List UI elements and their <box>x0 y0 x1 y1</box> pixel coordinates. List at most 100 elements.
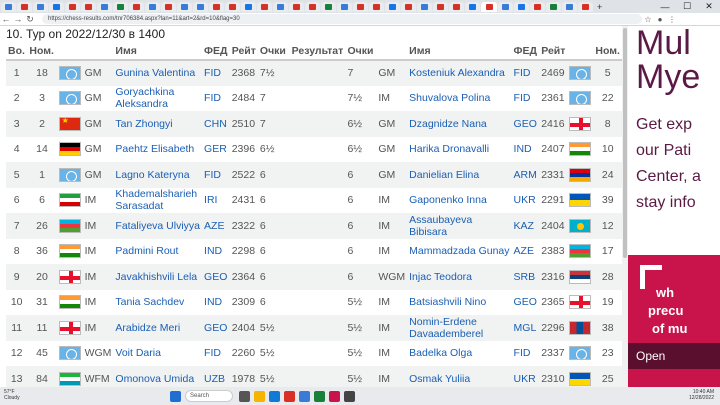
browser-tab[interactable] <box>465 1 480 12</box>
task-view-icon[interactable] <box>239 390 250 402</box>
browser-tab[interactable] <box>449 1 464 12</box>
browser-tab[interactable] <box>209 1 224 12</box>
ad-open-button[interactable]: Open <box>628 343 720 369</box>
white-player-link[interactable]: Fataliyeva Ulviyya <box>113 213 203 239</box>
browser-tab[interactable] <box>385 1 400 12</box>
window-close-button[interactable]: ✕ <box>698 1 720 12</box>
advertisement[interactable]: Mul Mye Get exp our Pati Center, a stay … <box>628 26 720 387</box>
url-field[interactable]: https://chess-results.com/tnr706384.aspx… <box>42 14 642 24</box>
browser-tab[interactable] <box>481 1 497 12</box>
browser-tab[interactable] <box>369 1 384 12</box>
browser-tab[interactable] <box>273 1 288 12</box>
white-fed-link[interactable]: FID <box>202 85 230 111</box>
black-player-link[interactable]: Mammadzada Gunay <box>407 238 512 264</box>
browser-tab[interactable] <box>578 1 593 12</box>
scroll-thumb[interactable] <box>623 28 627 258</box>
browser-tab[interactable] <box>17 1 32 12</box>
profile-icon[interactable]: ● <box>654 15 666 24</box>
browser-tab[interactable] <box>241 1 256 12</box>
browser-tab[interactable] <box>498 1 513 12</box>
white-player-link[interactable]: Goryachkina Aleksandra <box>113 85 203 111</box>
white-fed-link[interactable]: IND <box>202 289 230 315</box>
edge-icon[interactable] <box>269 390 280 402</box>
browser-tab[interactable] <box>337 1 352 12</box>
browser-tab[interactable] <box>417 1 432 12</box>
new-tab-button[interactable]: + <box>597 2 602 12</box>
black-player-link[interactable]: Batsiashvili Nino <box>407 289 512 315</box>
black-fed-link[interactable]: FID <box>511 85 540 111</box>
black-player-link[interactable]: Gaponenko Inna <box>407 187 512 213</box>
app-icon[interactable] <box>329 390 340 402</box>
browser-tab[interactable] <box>514 1 529 12</box>
black-player-link[interactable]: Assaubayeva Bibisara <box>407 213 512 239</box>
white-player-link[interactable]: Paehtz Elisabeth <box>113 136 203 162</box>
white-player-link[interactable]: Lagno Kateryna <box>113 162 203 188</box>
white-fed-link[interactable]: CHN <box>202 111 230 137</box>
browser-tab[interactable] <box>289 1 304 12</box>
white-fed-link[interactable]: FID <box>202 162 230 188</box>
excel-icon[interactable] <box>314 390 325 402</box>
browser-tab[interactable] <box>401 1 416 12</box>
black-player-link[interactable]: Nomin-Erdene Davaademberel <box>407 315 512 341</box>
file-explorer-icon[interactable] <box>254 390 265 402</box>
black-fed-link[interactable]: GEO <box>511 111 540 137</box>
chrome-icon[interactable] <box>284 390 295 402</box>
white-fed-link[interactable]: FID <box>202 60 230 86</box>
browser-tab[interactable] <box>33 1 48 12</box>
white-fed-link[interactable]: AZE <box>202 213 230 239</box>
taskbar-search[interactable]: Search <box>185 390 233 402</box>
black-fed-link[interactable]: UKR <box>511 187 540 213</box>
white-player-link[interactable]: Khademalsharieh Sarasadat <box>113 187 203 213</box>
browser-tab[interactable] <box>257 1 272 12</box>
black-fed-link[interactable]: GEO <box>511 289 540 315</box>
white-player-link[interactable]: Gunina Valentina <box>113 60 203 86</box>
black-player-link[interactable]: Shuvalova Polina <box>407 85 512 111</box>
black-fed-link[interactable]: ARM <box>511 162 540 188</box>
reload-icon[interactable]: ↻ <box>24 14 36 25</box>
black-fed-link[interactable]: AZE <box>511 238 540 264</box>
terminal-icon[interactable] <box>344 390 355 402</box>
browser-tab[interactable] <box>433 1 448 12</box>
black-player-link[interactable]: Harika Dronavalli <box>407 136 512 162</box>
browser-tab[interactable] <box>65 1 80 12</box>
browser-tab[interactable] <box>305 1 320 12</box>
browser-tab[interactable] <box>321 1 336 12</box>
star-icon[interactable]: ☆ <box>642 15 654 24</box>
weather-widget[interactable]: 57°F Cloudy <box>4 389 20 401</box>
browser-tab[interactable] <box>129 1 144 12</box>
browser-tab[interactable] <box>161 1 176 12</box>
start-icon[interactable] <box>170 390 181 402</box>
black-fed-link[interactable]: FID <box>511 60 540 86</box>
white-player-link[interactable]: Omonova Umida <box>113 366 203 387</box>
browser-tab[interactable] <box>225 1 240 12</box>
browser-tab[interactable] <box>145 1 160 12</box>
browser-tab[interactable] <box>49 1 64 12</box>
browser-tab[interactable] <box>562 1 577 12</box>
black-player-link[interactable]: Badelka Olga <box>407 340 512 366</box>
menu-icon[interactable]: ⋮ <box>666 15 678 24</box>
white-fed-link[interactable]: UZB <box>202 366 230 387</box>
browser-tab[interactable] <box>193 1 208 12</box>
black-fed-link[interactable]: KAZ <box>511 213 540 239</box>
browser-tab[interactable] <box>113 1 128 12</box>
black-fed-link[interactable]: SRB <box>511 264 540 290</box>
minimize-button[interactable]: — <box>654 2 676 12</box>
system-tray[interactable]: 10:40 AM 12/28/2022 <box>689 389 714 401</box>
black-player-link[interactable]: Kosteniuk Alexandra <box>407 60 512 86</box>
browser-tab[interactable] <box>353 1 368 12</box>
black-player-link[interactable]: Dzagnidze Nana <box>407 111 512 137</box>
white-fed-link[interactable]: GER <box>202 136 230 162</box>
browser-tab[interactable] <box>1 1 16 12</box>
mail-icon[interactable] <box>299 390 310 402</box>
browser-tab[interactable] <box>530 1 545 12</box>
white-player-link[interactable]: Tania Sachdev <box>113 289 203 315</box>
browser-tab[interactable] <box>177 1 192 12</box>
black-player-link[interactable]: Osmak Yuliia <box>407 366 512 387</box>
white-fed-link[interactable]: FID <box>202 340 230 366</box>
maximize-button[interactable]: ☐ <box>676 1 698 12</box>
white-player-link[interactable]: Tan Zhongyi <box>113 111 203 137</box>
white-player-link[interactable]: Javakhishvili Lela <box>113 264 203 290</box>
white-player-link[interactable]: Voit Daria <box>113 340 203 366</box>
black-fed-link[interactable]: FID <box>511 340 540 366</box>
white-fed-link[interactable]: IND <box>202 238 230 264</box>
